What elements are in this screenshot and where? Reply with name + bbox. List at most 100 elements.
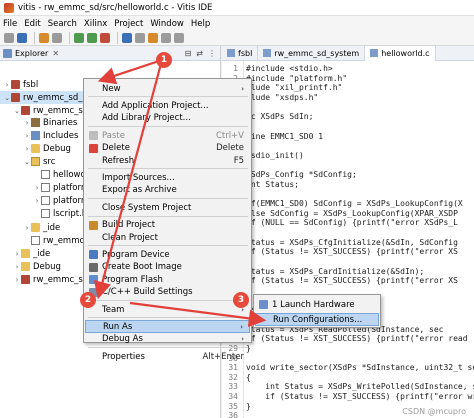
submenu-item-1-launch-hardware[interactable]: 1 Launch Hardware bbox=[255, 298, 379, 311]
toolbar-separator bbox=[69, 32, 70, 44]
code-area[interactable]: 1#include <stdio.h>2#include "platform.h… bbox=[222, 61, 474, 418]
submenu-arrow-icon: › bbox=[241, 335, 244, 344]
menu-help[interactable]: Help bbox=[191, 19, 210, 29]
explorer-title[interactable]: Explorer bbox=[15, 49, 48, 58]
terminal-icon[interactable] bbox=[135, 33, 145, 43]
back-icon[interactable] bbox=[161, 33, 171, 43]
menu-item-shortcut: F5 bbox=[233, 155, 244, 166]
debug-icon[interactable] bbox=[74, 33, 84, 43]
title-bar: vitis - rw_emmc_sd/src/helloworld.c - Vi… bbox=[0, 0, 474, 16]
menu-item-debug-as[interactable]: Debug As › bbox=[85, 333, 250, 346]
submenu-arrow-icon: › bbox=[240, 322, 243, 331]
collapsed-arrow-icon[interactable]: › bbox=[33, 197, 41, 205]
menu-item-program-flash[interactable]: Program Flash bbox=[85, 273, 250, 286]
tab-rw-emmc-sd-system[interactable]: rw_emmc_sd_system bbox=[258, 45, 366, 61]
menu-separator bbox=[88, 96, 248, 98]
menu-separator bbox=[88, 245, 248, 247]
run-icon[interactable] bbox=[87, 33, 97, 43]
toolbar-separator bbox=[34, 32, 35, 44]
save-icon[interactable] bbox=[17, 33, 27, 43]
menu-item-add-application-project[interactable]: Add Application Project... bbox=[85, 99, 250, 112]
file-icon bbox=[31, 236, 40, 245]
file-icon bbox=[41, 170, 50, 179]
search-icon[interactable] bbox=[148, 33, 158, 43]
collapsed-arrow-icon[interactable]: › bbox=[23, 119, 31, 127]
menu-item-delete[interactable]: Delete Delete bbox=[85, 142, 250, 155]
line-number: 36 bbox=[228, 411, 238, 418]
collapsed-arrow-icon[interactable]: › bbox=[13, 250, 21, 258]
stop-icon[interactable] bbox=[100, 33, 110, 43]
menu-item-export-as-archive[interactable]: Export as Archive bbox=[85, 184, 250, 197]
link-editor-icon[interactable]: ⇄ bbox=[196, 49, 203, 58]
close-icon[interactable]: ✕ bbox=[52, 49, 59, 58]
menu-item-close-system-project[interactable]: Close System Project bbox=[85, 201, 250, 214]
view-menu-icon[interactable]: ⋮ bbox=[208, 49, 216, 58]
tree-item-label: src bbox=[43, 156, 56, 167]
expanded-arrow-icon[interactable]: ⌄ bbox=[23, 158, 31, 166]
menu-item-import-sources[interactable]: Import Sources... bbox=[85, 171, 250, 184]
watermark: CSDN @mcupro bbox=[402, 407, 466, 416]
file-icon bbox=[41, 183, 50, 192]
forward-icon[interactable] bbox=[174, 33, 184, 43]
folder-icon bbox=[21, 249, 30, 258]
c-file-icon bbox=[370, 49, 379, 57]
menu-item-add-library-project[interactable]: Add Library Project... bbox=[85, 112, 250, 125]
tab-helloworld-c[interactable]: helloworld.c bbox=[365, 45, 436, 61]
collapse-all-icon[interactable]: ⊟ bbox=[185, 49, 192, 58]
menu-item-c-c-build-settings[interactable]: C/C++ Build Settings bbox=[85, 286, 250, 299]
menu-item-team[interactable]: Team › bbox=[85, 303, 250, 316]
build-all-icon[interactable] bbox=[52, 33, 62, 43]
expanded-arrow-icon[interactable]: ⌄ bbox=[3, 94, 11, 102]
menu-separator bbox=[88, 126, 248, 128]
collapsed-arrow-icon[interactable]: › bbox=[3, 81, 11, 89]
submenu-item-run-configurations[interactable]: Run Configurations... bbox=[255, 313, 379, 326]
tree-item-label: lscript.l bbox=[53, 208, 85, 219]
build-icon[interactable] bbox=[39, 33, 49, 43]
menu-item-build-project[interactable]: Build Project bbox=[85, 219, 250, 232]
proj-icon bbox=[11, 80, 20, 89]
tree-item-label: platforn bbox=[53, 195, 87, 206]
code-line: fine EMMC1_SD0 1 bbox=[246, 131, 324, 141]
menu-item-clean-project[interactable]: Clean Project bbox=[85, 231, 250, 244]
menu-item-new[interactable]: New › bbox=[85, 82, 250, 95]
collapsed-arrow-icon[interactable]: › bbox=[13, 263, 21, 271]
menu-item-properties[interactable]: Properties Alt+Enter bbox=[85, 350, 250, 363]
proj-icon bbox=[21, 106, 30, 115]
code-editor: fsbl rw_emmc_sd_system helloworld.c 1 #in… bbox=[222, 45, 474, 418]
collapsed-arrow-icon[interactable]: › bbox=[13, 276, 21, 284]
menu-project[interactable]: Project bbox=[114, 19, 143, 29]
menu-item-label: Properties bbox=[102, 351, 145, 362]
menu-item-paste[interactable]: Paste Ctrl+V bbox=[85, 129, 250, 142]
code-line: sdio_init() bbox=[246, 150, 304, 160]
code-line: if (Status != XST_SUCCESS) {printf("erro… bbox=[246, 247, 458, 257]
code-line: if (Status != XST_SUCCESS) {printf("erro… bbox=[246, 276, 458, 286]
menu-item-label: Program Device bbox=[102, 249, 170, 260]
collapsed-arrow-icon[interactable]: › bbox=[23, 224, 31, 232]
menu-xilinx[interactable]: Xilinx bbox=[84, 19, 107, 29]
collapsed-arrow-icon[interactable]: › bbox=[23, 132, 31, 140]
new-icon[interactable] bbox=[4, 33, 14, 43]
tab-fsbl[interactable]: fsbl bbox=[222, 45, 259, 61]
menu-edit[interactable]: Edit bbox=[24, 19, 40, 29]
menu-item-label: Build Project bbox=[102, 220, 156, 231]
toolbar-separator bbox=[117, 32, 118, 44]
collapsed-arrow-icon[interactable]: › bbox=[23, 145, 31, 153]
menu-item-run-as[interactable]: Run As › bbox=[85, 320, 250, 334]
menu-item-label: Refresh bbox=[102, 155, 135, 166]
inc-icon bbox=[31, 131, 40, 140]
submenu-item-label: 1 Launch Hardware bbox=[272, 299, 355, 310]
collapsed-arrow-icon[interactable]: › bbox=[33, 184, 41, 192]
menu-item-program-device[interactable]: Program Device bbox=[85, 248, 250, 261]
menu-item-label: Create Boot Image bbox=[102, 262, 182, 273]
menu-file[interactable]: File bbox=[3, 19, 17, 29]
menu-window[interactable]: Window bbox=[150, 19, 184, 29]
menu-separator bbox=[88, 215, 248, 217]
menu-item-label: Debug As bbox=[102, 334, 143, 345]
menu-item-refresh[interactable]: Refresh F5 bbox=[85, 154, 250, 167]
menu-search[interactable]: Search bbox=[48, 19, 77, 29]
code-line: } bbox=[246, 401, 251, 411]
menu-item-create-boot-image[interactable]: Create Boot Image bbox=[85, 261, 250, 274]
menu-bar: File Edit Search Xilinx Project Window H… bbox=[0, 16, 474, 31]
program-device-icon[interactable] bbox=[122, 33, 132, 43]
expanded-arrow-icon[interactable]: ⌄ bbox=[13, 107, 21, 115]
